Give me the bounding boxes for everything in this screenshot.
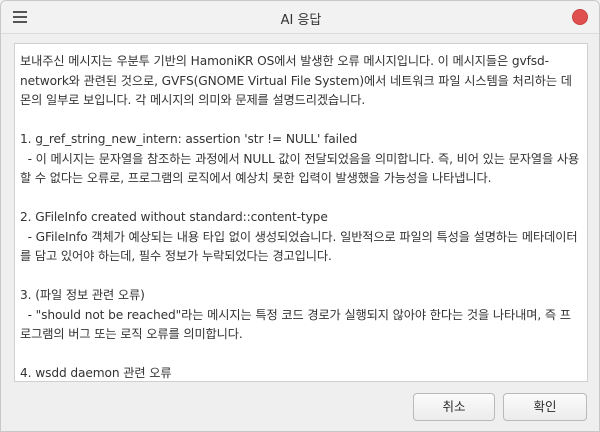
window-title: AI 응답 <box>280 13 322 28</box>
close-icon[interactable] <box>572 9 588 25</box>
response-paragraph: 보내주신 메시지는 우분투 기반의 HamoniKR OS에서 발생한 오류 메… <box>20 54 572 107</box>
title-bar: AI 응답 <box>1 1 599 34</box>
response-paragraph: 3. (파일 정보 관련 오류) - "should not be reache… <box>20 288 571 341</box>
response-paragraph: 4. wsdd daemon 관련 오류 <box>20 366 172 380</box>
ok-button[interactable]: 확인 <box>503 393 587 421</box>
ai-response-dialog: AI 응답 보내주신 메시지는 우분투 기반의 HamoniKR OS에서 발생… <box>0 0 600 432</box>
response-paragraph: 2. GFileInfo created without standard::c… <box>20 210 578 263</box>
response-text-area[interactable]: 보내주신 메시지는 우분투 기반의 HamoniKR OS에서 발생한 오류 메… <box>14 43 588 382</box>
cancel-button[interactable]: 취소 <box>413 393 495 421</box>
response-paragraph: 1. g_ref_string_new_intern: assertion 's… <box>20 132 580 185</box>
